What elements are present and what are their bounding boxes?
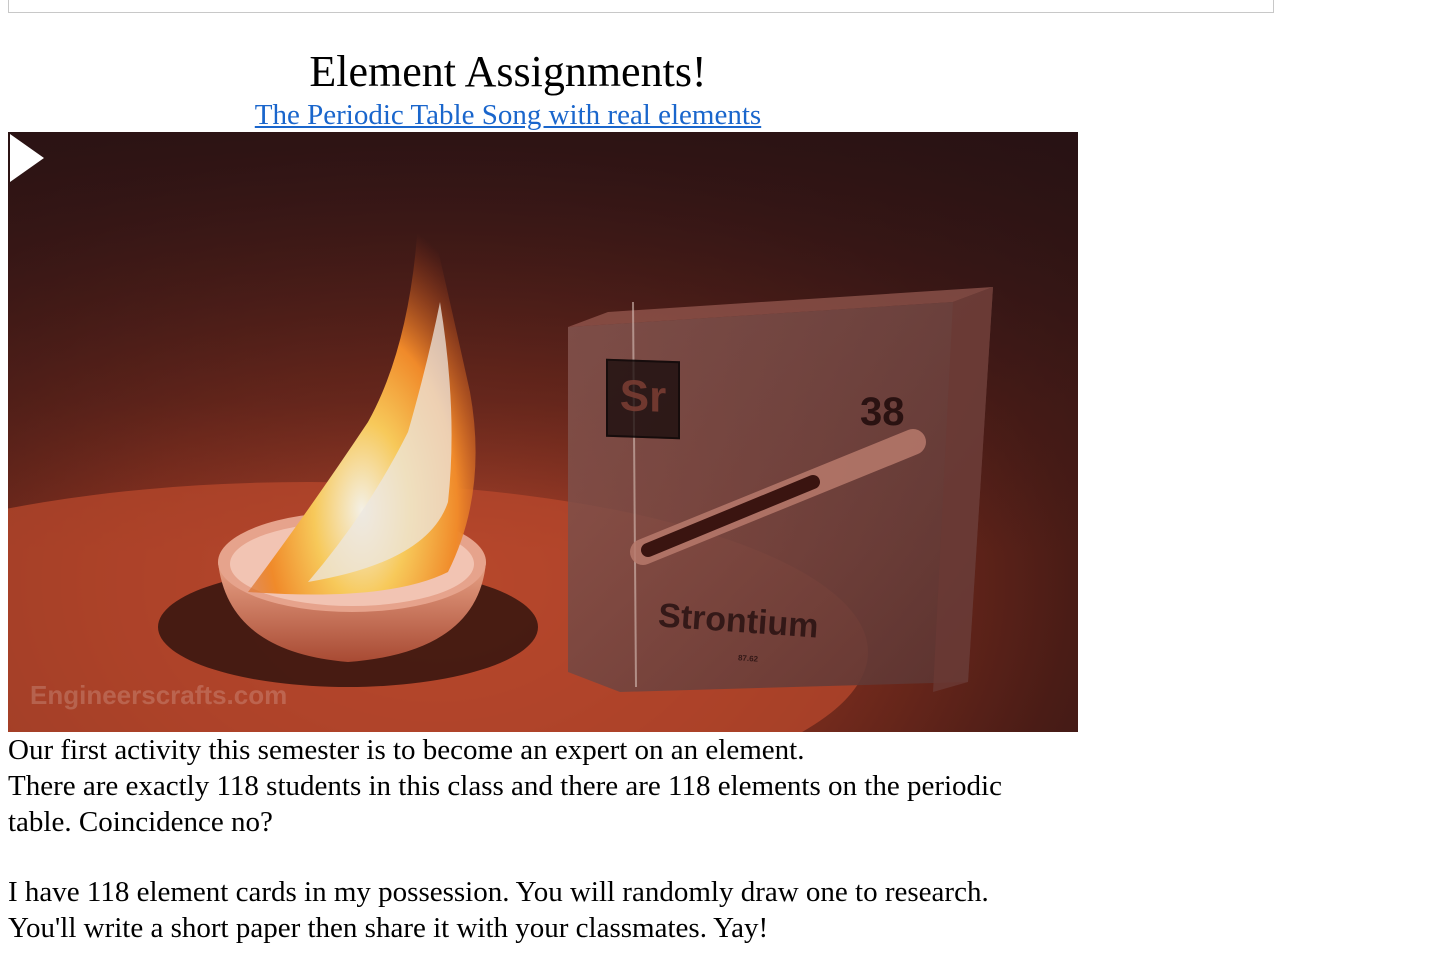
top-input-bar (8, 0, 1274, 13)
watermark: Engineerscrafts.com (30, 680, 288, 710)
element-number-label: 38 (860, 390, 905, 434)
class-size-paragraph: There are exactly 118 students in this c… (8, 770, 1002, 838)
page-title: Element Assignments! (309, 47, 707, 96)
intro-line: Our first activity this semester is to b… (8, 734, 805, 766)
element-mass-label: 87.62 (737, 653, 759, 664)
video-link[interactable]: The Periodic Table Song with real elemen… (8, 98, 1008, 132)
video-thumbnail (8, 172, 993, 732)
assignment-paragraph: I have 118 element cards in my possessio… (8, 876, 989, 944)
video-embed[interactable]: Sr 38 Strontium 87.62 Engineerscrafts.co… (8, 132, 1078, 732)
main-content: Element Assignments! The Periodic Table … (8, 44, 1078, 946)
play-icon[interactable] (8, 132, 48, 184)
element-symbol-label: Sr (606, 358, 680, 440)
